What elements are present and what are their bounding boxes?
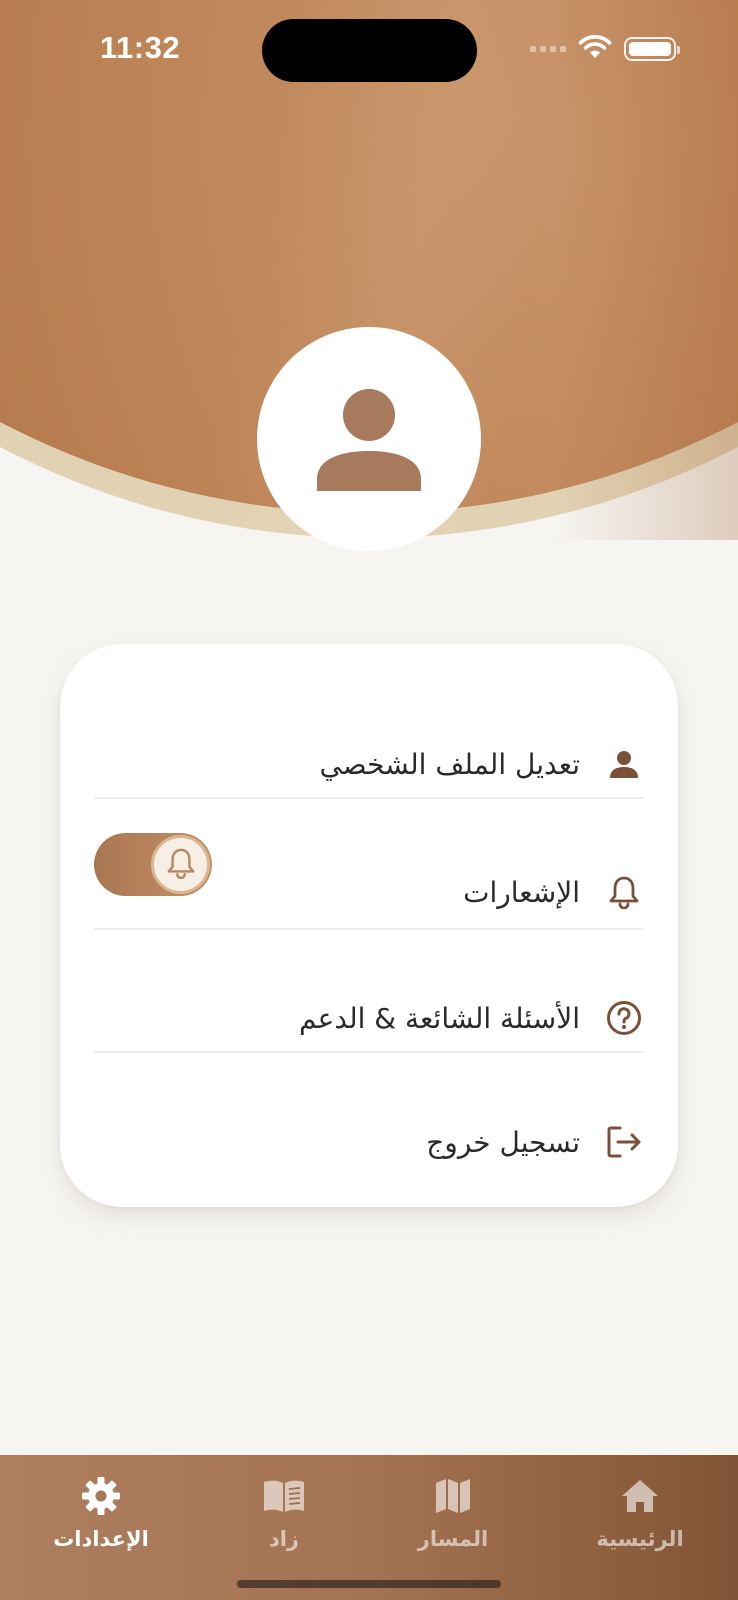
bell-icon	[166, 847, 196, 883]
home-icon	[617, 1473, 663, 1519]
home-indicator	[237, 1580, 501, 1588]
settings-item-logout[interactable]: تسجيل خروج	[94, 1114, 644, 1170]
settings-item-label: الأسئلة الشائعة & الدعم	[299, 1001, 580, 1035]
question-circle-icon	[604, 998, 644, 1038]
bottom-nav: الرئيسية المسار زاد الإعدادات	[0, 1455, 738, 1600]
divider	[94, 797, 644, 799]
settings-item-label: تسجيل خروج	[426, 1125, 580, 1159]
divider	[94, 1051, 644, 1053]
gear-icon	[78, 1473, 124, 1519]
person-icon	[315, 383, 423, 495]
battery-icon	[624, 37, 680, 61]
status-time: 11:32	[100, 30, 181, 65]
notifications-toggle[interactable]	[94, 833, 212, 896]
status-indicators	[530, 34, 680, 64]
dynamic-island	[262, 19, 477, 82]
settings-item-label: الإشعارات	[463, 875, 580, 909]
nav-item-home[interactable]: الرئيسية	[570, 1473, 710, 1563]
nav-item-path[interactable]: المسار	[383, 1473, 523, 1563]
logout-icon	[604, 1122, 644, 1162]
wifi-icon	[578, 34, 612, 64]
person-icon	[604, 744, 644, 784]
cellular-icon	[530, 46, 566, 52]
settings-item-label: تعديل الملف الشخصي	[319, 747, 580, 781]
nav-item-zad[interactable]: زاد	[214, 1473, 354, 1563]
toggle-knob	[151, 835, 210, 894]
map-icon	[430, 1473, 476, 1519]
nav-item-settings[interactable]: الإعدادات	[31, 1473, 171, 1563]
bell-icon	[604, 872, 644, 912]
divider	[94, 928, 644, 930]
settings-card: تعديل الملف الشخصي الإشعارات الأسئلة الش…	[60, 644, 678, 1207]
avatar[interactable]	[257, 327, 481, 551]
settings-item-faq-support[interactable]: الأسئلة الشائعة & الدعم	[94, 990, 644, 1046]
book-icon	[261, 1473, 307, 1519]
settings-item-edit-profile[interactable]: تعديل الملف الشخصي	[94, 736, 644, 792]
